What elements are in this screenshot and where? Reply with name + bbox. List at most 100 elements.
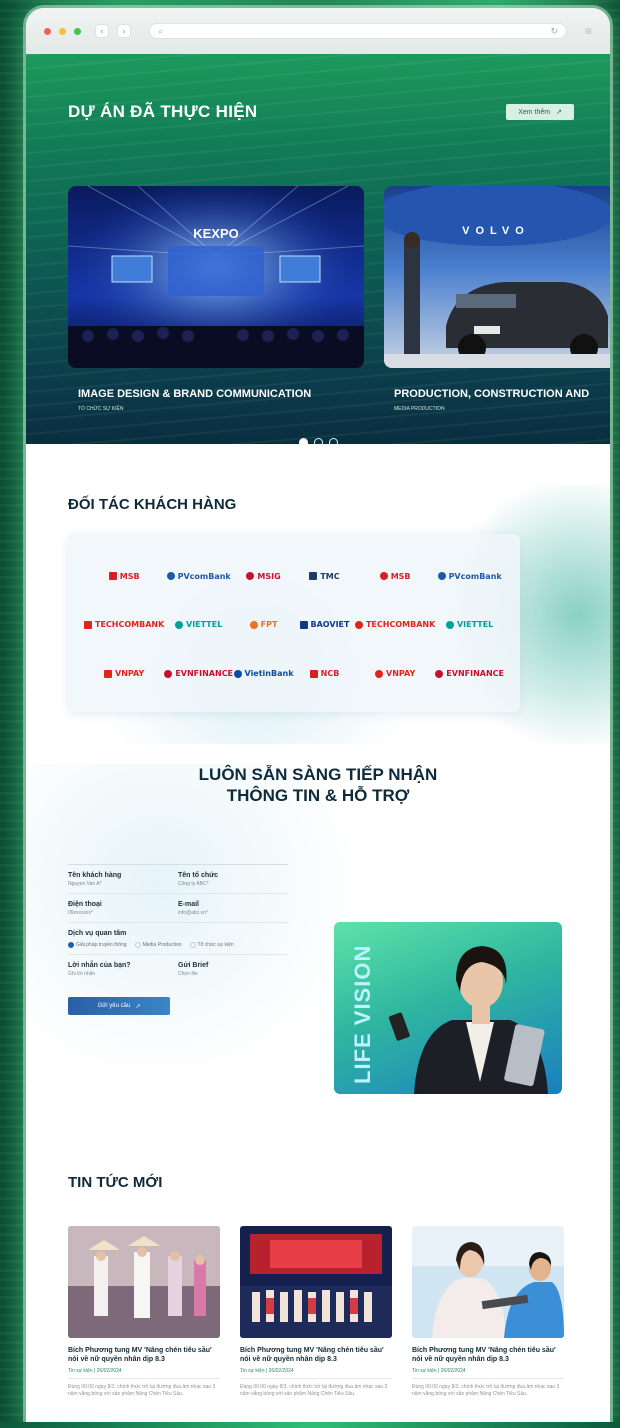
logo-name: BAOVIET (310, 620, 350, 630)
project-card[interactable]: VOLVO (384, 186, 610, 368)
news-meta: Tin sự kiện | 26/02/2024 (412, 1368, 564, 1379)
project-image-concert: KEXPO (68, 186, 364, 368)
life-vision-text: LIFE VISION (350, 944, 375, 1084)
news-card[interactable]: Bích Phương tung MV 'Nâng chén tiêu sầu'… (412, 1226, 564, 1397)
logo-mark-icon (108, 572, 117, 581)
logo-name: PVcomBank (177, 571, 231, 581)
message-field[interactable]: Lời nhắn của bạn? Ghi lời nhắn (68, 962, 178, 977)
submit-label: Gửi yêu cầu (97, 1003, 131, 1009)
field-label: E-mail (178, 901, 200, 908)
contact-title-line2: THÔNG TIN & HỖ TRỢ (226, 786, 410, 805)
logo-name: EVNFINANCE (446, 669, 504, 679)
service-interest-row: Dịch vụ quan tâm Giải pháp truyền thông … (68, 923, 288, 955)
logo-name: VIETTEL (456, 620, 494, 630)
logo-mark-icon (175, 620, 184, 629)
see-more-label: Xem thêm (518, 108, 551, 116)
phone-field[interactable]: Điện thoại 09xxxxxxx* (68, 901, 178, 916)
browser-toolbar: ‹ › ⌕ ↻ ≡ (26, 8, 610, 54)
logo-name: TECHCOMBANK (95, 620, 165, 630)
news-title[interactable]: Bích Phương tung MV 'Nâng chén tiêu sầu'… (240, 1346, 392, 1364)
close-window-dot[interactable] (44, 27, 51, 35)
browser-window: ‹ › ⌕ ↻ ≡ DỰ ÁN ĐÃ THỰC HIỆN Xem thêm ↗ (26, 8, 610, 1428)
logo-mark-icon (246, 572, 255, 581)
partner-logo: PVcomBank (166, 571, 231, 581)
field-label: Lời nhắn của bạn? (68, 962, 131, 969)
submit-request-button[interactable]: Gửi yêu cầu ↗ (68, 997, 170, 1015)
hamburger-icon[interactable]: ≡ (585, 24, 592, 38)
maximize-window-dot[interactable] (74, 27, 81, 35)
brief-upload-field[interactable]: Gửi Brief Chọn file (178, 962, 288, 977)
service-option-media[interactable]: Media Production (134, 942, 182, 948)
back-arrow-icon[interactable]: ‹ (95, 24, 109, 38)
logo-mark-icon (309, 572, 318, 581)
partner-logo: TMC (309, 572, 340, 581)
logo-mark-icon (233, 669, 242, 678)
partner-logo: MSIG (246, 571, 281, 581)
service-option-communication[interactable]: Giải pháp truyền thông (68, 942, 127, 948)
customer-name-field[interactable]: Tên khách hàng Nguyen Van A* (68, 872, 178, 887)
news-description: Đúng 00:00 ngày 8/3, chính thức trở lại … (240, 1384, 388, 1397)
project-subtitle: TỔ CHỨC SỰ KIỆN (78, 406, 124, 412)
logo-mark-icon (249, 620, 258, 629)
projects-header: DỰ ÁN ĐÃ THỰC HIỆN Xem thêm ↗ (68, 102, 574, 122)
address-bar[interactable]: ⌕ ↻ (149, 23, 567, 39)
organization-field[interactable]: Tên tổ chức Công ty ABC* (178, 872, 288, 887)
partner-logo: FPT (249, 620, 278, 630)
logo-mark-icon (354, 620, 363, 629)
email-field[interactable]: E-mail info@abc.vn* (178, 901, 288, 916)
logo-mark-icon (445, 620, 454, 629)
logo-name: MSB (390, 571, 411, 581)
news-card[interactable]: Bích Phương tung MV 'Nâng chén tiêu sầu'… (240, 1226, 392, 1397)
life-vision-card: LIFE VISION (334, 922, 562, 1094)
logo-mark-icon (379, 572, 388, 581)
logo-name: MSIG (257, 571, 281, 581)
contact-title-line1: LUÔN SẴN SÀNG TIẾP NHẬN (198, 765, 438, 784)
reload-icon[interactable]: ↻ (550, 26, 558, 37)
field-placeholder: Nguyen Van A* (68, 881, 102, 887)
arrow-up-right-icon: ↗ (556, 109, 562, 116)
partners-section: ĐỐI TÁC KHÁCH HÀNG MSB PVcomBank MSIG TMC MS… (26, 444, 610, 744)
news-image (68, 1226, 220, 1338)
projects-section: DỰ ÁN ĐÃ THỰC HIỆN Xem thêm ↗ KEXPO IMAG… (26, 54, 610, 444)
partner-logo: EVNFINANCE (164, 669, 233, 678)
project-card[interactable]: KEXPO (68, 186, 364, 368)
partner-logo: TECHCOMBANK (354, 620, 436, 630)
logo-mark-icon (435, 669, 444, 678)
section-title: ĐỐI TÁC KHÁCH HÀNG (68, 496, 237, 513)
section-title: TIN TỨC MỚI (68, 1174, 163, 1191)
minimize-window-dot[interactable] (59, 27, 66, 35)
field-placeholder: Công ty ABC* (178, 881, 209, 887)
partner-logo: VietinBank (233, 669, 294, 679)
logo-mark-icon (164, 669, 173, 678)
contact-section: LUÔN SẴN SÀNG TIẾP NHẬN THÔNG TIN & HỖ T… (26, 744, 610, 1124)
field-placeholder: Ghi lời nhắn (68, 971, 96, 977)
logo-mark-icon (104, 669, 113, 678)
logo-name: PVcomBank (448, 571, 502, 581)
field-label: Tên tổ chức (178, 872, 219, 879)
partner-logo-grid: MSB PVcomBank MSIG TMC MSB PVcomBank TECHCOMBA… (84, 552, 504, 698)
field-placeholder: info@abc.vn* (178, 910, 208, 916)
logo-name: NCB (320, 669, 340, 679)
bottom-glow (0, 1422, 620, 1428)
search-icon: ⌕ (158, 25, 164, 36)
form-row: Tên khách hàng Nguyen Van A* Tên tổ chức… (68, 865, 288, 894)
news-title[interactable]: Bích Phương tung MV 'Nâng chén tiêu sầu'… (412, 1346, 564, 1364)
service-option-event[interactable]: Tổ chức sự kiện (189, 942, 234, 948)
field-placeholder: Chọn file (178, 971, 198, 977)
news-meta: Tin sự kiện | 26/02/2024 (240, 1368, 392, 1379)
news-image (240, 1226, 392, 1338)
see-more-button[interactable]: Xem thêm ↗ (506, 104, 574, 120)
field-label: Điện thoại (68, 901, 102, 908)
logo-mark-icon (309, 669, 318, 678)
news-title[interactable]: Bích Phương tung MV 'Nâng chén tiêu sầu'… (68, 1346, 220, 1364)
news-card[interactable]: Bích Phương tung MV 'Nâng chén tiêu sầu'… (68, 1226, 220, 1397)
kexpo-text: KEXPO (193, 226, 239, 241)
logo-name: FPT (260, 620, 278, 630)
forward-arrow-icon[interactable]: › (117, 24, 131, 38)
logo-name: VietinBank (244, 669, 294, 679)
logo-name: VNPAY (115, 669, 145, 679)
partner-logo: BAOVIET (299, 620, 350, 630)
logo-name: TECHCOMBANK (365, 620, 436, 630)
project-title: IMAGE DESIGN & BRAND COMMUNICATION (78, 388, 312, 400)
volvo-text: VOLVO (462, 225, 530, 237)
